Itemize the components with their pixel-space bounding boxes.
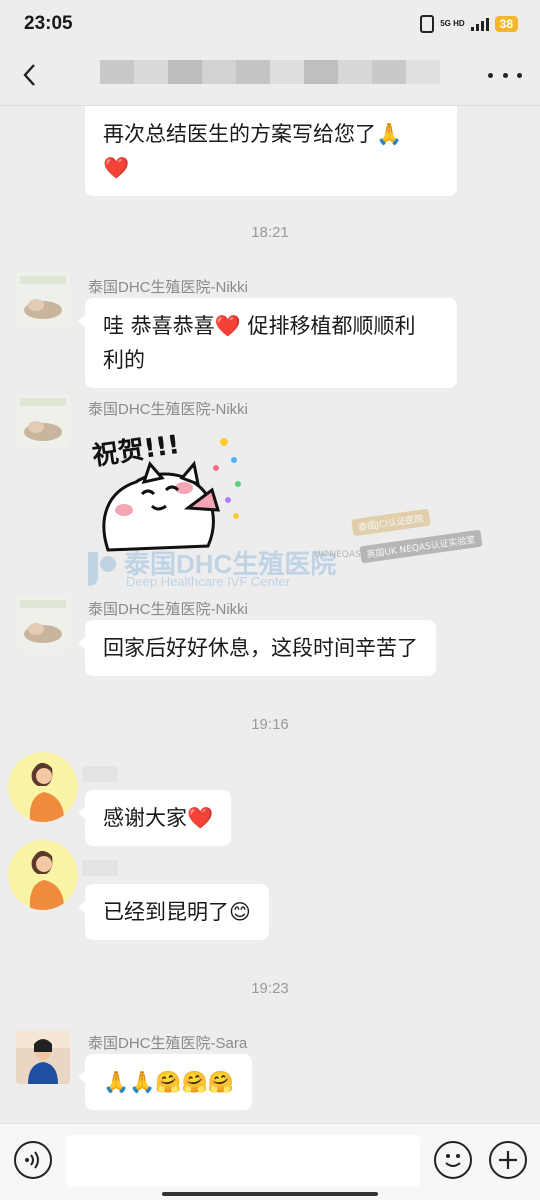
network-label: 5G HD [440, 19, 465, 28]
plus-icon[interactable] [489, 1141, 527, 1179]
voice-input-icon[interactable] [14, 1141, 52, 1179]
hospital-logo-icon [88, 552, 116, 586]
sender-name: 泰国DHC生殖医院-Sara [88, 1035, 248, 1052]
input-bar [0, 1123, 540, 1200]
sender-name: 泰国DHC生殖医院-Nikki [88, 601, 248, 618]
home-indicator [162, 1192, 378, 1196]
heart-emoji: ❤️ [103, 156, 130, 180]
avatar[interactable] [16, 272, 70, 326]
avatar[interactable] [16, 394, 70, 448]
sender-name: 泰国DHC生殖医院-Nikki [88, 401, 248, 418]
status-time: 23:05 [24, 13, 73, 34]
avatar[interactable] [16, 1030, 70, 1084]
message-input[interactable] [66, 1135, 420, 1187]
status-bar: 23:05 5G HD 38 [0, 0, 540, 50]
message-bubble: 感谢大家❤️ [77, 790, 232, 846]
watermark-ukneqas: UK NEQAS [314, 550, 361, 560]
message-text: 🙏🙏🤗🤗🤗 [103, 1070, 234, 1094]
sender-name: 泰国DHC生殖医院-Nikki [88, 279, 248, 296]
chat-title-blurred [100, 60, 440, 84]
timestamp: 19:16 [251, 716, 289, 733]
emoji-icon[interactable] [434, 1141, 472, 1179]
watermark-subtitle: Deep Healthcare IVF Center [126, 574, 291, 589]
timestamp: 18:21 [251, 224, 289, 241]
vibrate-icon [420, 15, 435, 33]
back-arrow-icon[interactable] [16, 60, 46, 90]
watermark-badge: 英国UK NEQAS认证实验室 [359, 529, 483, 564]
message-text: 利的 [103, 348, 145, 372]
watermark-badge: 泰国JCI认证医院 [351, 508, 431, 537]
more-dots-icon[interactable] [488, 60, 522, 90]
message-bubble: 哇 恭喜恭喜❤️ 促排移植都顺顺利 利的 [78, 298, 457, 388]
avatar[interactable] [8, 840, 78, 910]
message-text: 感谢大家❤️ [103, 806, 214, 830]
message-bubble: 已经到昆明了😊 [78, 884, 269, 940]
signal-icon [470, 17, 489, 31]
status-icons: 5G HD 38 [420, 15, 518, 33]
timestamp: 19:23 [251, 980, 289, 997]
message-bubble: 再次总结医生的方案写给您了🙏 ❤️ [85, 106, 457, 196]
message-text: 哇 恭喜恭喜❤️ 促排移植都顺顺利 [103, 314, 416, 338]
sender-name-blurred [82, 860, 118, 876]
message-bubble: 🙏🙏🤗🤗🤗 [78, 1054, 252, 1110]
message-text: 已经到昆明了😊 [103, 900, 251, 924]
battery-icon: 38 [494, 16, 518, 32]
avatar[interactable] [16, 596, 70, 650]
message-text: 回家后好好休息，这段时间辛苦了 [103, 636, 418, 660]
message-bubble: 回家后好好休息，这段时间辛苦了 [78, 620, 436, 676]
avatar[interactable] [8, 752, 78, 822]
message-text: 再次总结医生的方案写给您了🙏 [103, 122, 403, 146]
nav-bar [0, 50, 540, 106]
sender-name-blurred [82, 766, 118, 782]
sticker-text: 祝贺!!! [91, 430, 182, 472]
